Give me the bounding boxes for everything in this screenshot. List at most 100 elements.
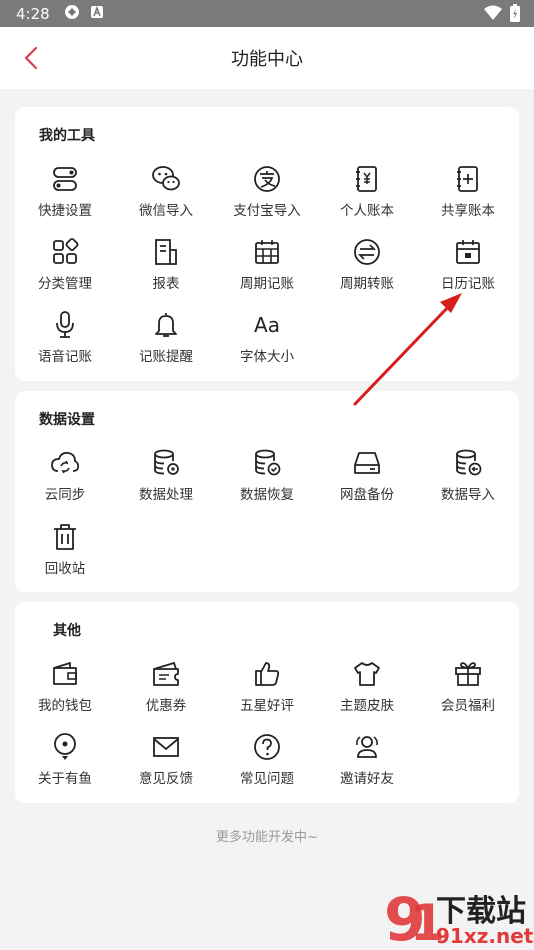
calendar-grid-icon [255,240,279,264]
tool-label: 主题皮肤 [340,698,394,714]
database-import-icon [456,449,482,476]
wechat-icon [152,166,180,191]
svg-text:Aa: Aa [254,313,280,337]
data-processing[interactable]: 数据处理 [116,447,216,517]
other-my-wallet[interactable]: 我的钱包 [15,658,115,728]
gift-icon [455,662,481,686]
tool-label: 报表 [152,276,180,292]
tool-label: 会员福利 [441,698,495,714]
status-right [484,4,520,26]
tool-label: 周期记账 [240,276,294,292]
tool-label: 五星好评 [240,698,294,714]
other-theme-skin[interactable]: 主题皮肤 [317,658,417,728]
section-data-settings: 数据设置 云同步 数据处理 数据恢复 网盘备份 数据导入 回收站 [15,391,519,592]
tool-label: 分类管理 [38,276,92,292]
tool-alipay-import[interactable]: 支付宝导入 [217,163,317,233]
other-about[interactable]: 关于有鱼 [15,731,115,801]
tool-report[interactable]: 报表 [116,236,216,306]
tool-label: 快捷设置 [38,203,92,219]
tool-quick-settings[interactable]: 快捷设置 [15,163,115,233]
other-faq[interactable]: 常见问题 [217,731,317,801]
tool-wechat-import[interactable]: 微信导入 [116,163,216,233]
status-bar: 4:28 [0,0,534,27]
tool-font-size[interactable]: Aa 字体大小 [217,309,317,379]
header-bar: 功能中心 [0,27,534,89]
tool-label: 关于有鱼 [38,771,92,787]
tool-label: 我的钱包 [38,698,92,714]
tool-label: 意见反馈 [139,771,193,787]
microphone-icon [56,311,74,338]
shared-ledger-icon [457,166,478,192]
tool-shared-ledger[interactable]: 共享账本 [418,163,518,233]
tool-recurring-transfer[interactable]: 周期转账 [317,236,417,306]
a-notification-icon [90,5,104,23]
tool-personal-ledger[interactable]: 个人账本 [317,163,417,233]
alipay-icon [254,166,280,192]
tool-label: 记账提醒 [139,349,193,365]
tool-label: 字体大小 [240,349,294,365]
data-recovery[interactable]: 数据恢复 [217,447,317,517]
other-feedback[interactable]: 意见反馈 [116,731,216,801]
data-import[interactable]: 数据导入 [418,447,518,517]
tool-label: 支付宝导入 [233,203,301,219]
trash-icon [54,524,76,550]
data-cloud-sync[interactable]: 云同步 [15,447,115,517]
other-member-benefits[interactable]: 会员福利 [418,658,518,728]
tshirt-icon [354,662,380,686]
tool-label: 云同步 [44,487,86,503]
report-icon [155,239,177,265]
watermark-url: 91xz.net [436,924,534,948]
section-title: 其他 [53,623,81,639]
tool-label: 个人账本 [340,203,394,219]
other-invite-friends[interactable]: 邀请好友 [317,731,417,801]
battery-icon [510,4,520,26]
location-pin-icon [54,733,76,760]
tool-label: 常见问题 [240,771,294,787]
page-title: 功能中心 [231,49,303,70]
calendar-icon [456,240,480,264]
tool-label: 共享账本 [441,203,495,219]
wifi-icon [484,5,502,25]
tool-label: 日历记账 [441,276,495,292]
tool-label: 优惠券 [145,698,187,714]
hard-drive-icon [354,452,380,474]
mail-icon [153,737,179,757]
cloud-sync-icon [51,451,80,474]
database-settings-icon [154,449,179,475]
tool-label: 网盘备份 [340,487,394,503]
tool-label: 数据恢复 [240,487,294,503]
database-check-icon [255,449,281,476]
other-five-star-review[interactable]: 五星好评 [217,658,317,728]
tool-label: 数据处理 [139,487,193,503]
tool-label: 回收站 [44,561,86,577]
tool-recurring-entry[interactable]: 周期记账 [217,236,317,306]
data-cloud-backup[interactable]: 网盘备份 [317,447,417,517]
section-title: 我的工具 [39,128,95,144]
section-title: 数据设置 [39,412,95,428]
section-my-tools: 我的工具 快捷设置 微信导入 支付宝导入 个人账本 共享账本 分类管理 报表 周… [15,107,519,381]
font-size-icon: Aa [254,313,280,337]
tool-category-management[interactable]: 分类管理 [15,236,115,306]
tool-label: 微信导入 [139,203,193,219]
tool-label: 语音记账 [38,349,92,365]
tool-label: 邀请好友 [340,771,394,787]
thumbs-up-icon [255,662,280,686]
tool-entry-reminder[interactable]: 记账提醒 [116,309,216,379]
personal-ledger-icon [356,166,377,192]
invite-friends-icon [356,736,378,758]
tool-calendar-entry[interactable]: 日历记账 [418,236,518,306]
data-recycle-bin[interactable]: 回收站 [30,521,100,591]
tool-voice-entry[interactable]: 语音记账 [15,309,115,379]
transfer-icon [354,239,380,265]
footer-note: 更多功能开发中~ [216,830,318,845]
tool-label: 数据导入 [441,487,495,503]
toggle-icon [53,167,77,191]
tool-label: 周期转账 [340,276,394,292]
other-coupons[interactable]: 优惠券 [116,658,216,728]
wallet-icon [53,662,77,685]
status-time: 4:28 [16,4,50,23]
help-icon [254,734,280,760]
watermark-logo: 9 1 下载站 91xz.net [380,880,534,950]
coupon-icon [153,661,179,686]
category-icon [53,238,79,264]
